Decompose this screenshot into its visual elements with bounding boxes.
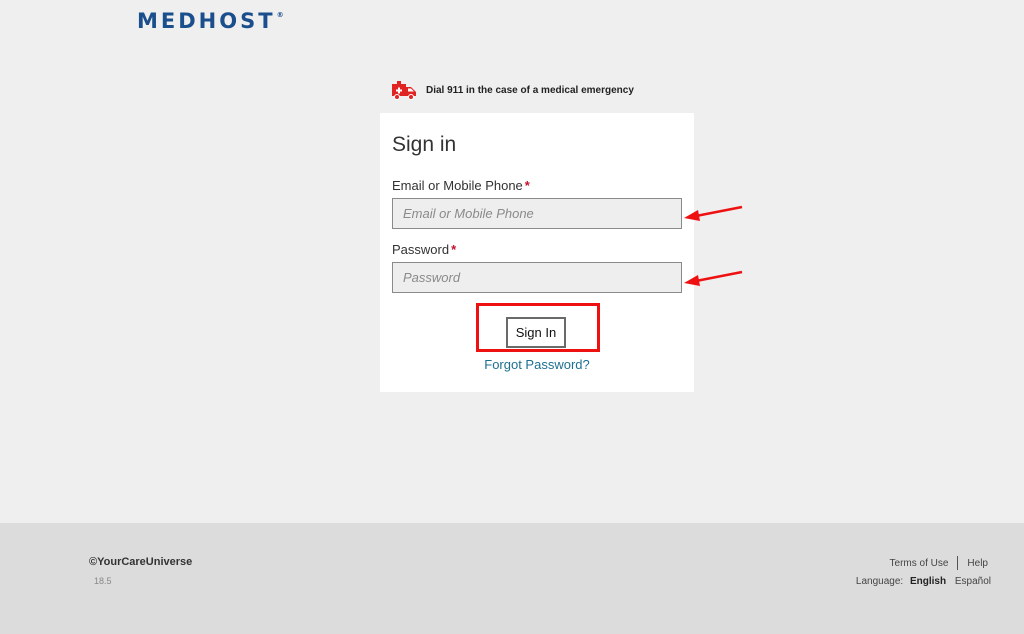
language-espanol-link[interactable]: Español <box>955 576 991 587</box>
copyright-text: ©YourCareUniverse <box>89 556 193 568</box>
terms-link[interactable]: Terms of Use <box>890 558 949 569</box>
help-link[interactable]: Help <box>967 558 988 569</box>
signin-title: Sign in <box>392 133 457 156</box>
signin-button[interactable]: Sign In <box>506 317 566 348</box>
language-label: Language: <box>855 576 904 587</box>
email-input[interactable] <box>392 198 682 229</box>
password-label: Password * <box>392 242 456 257</box>
logo-text: MEDHOST <box>137 9 276 33</box>
footer: ©YourCareUniverse 18.5 Terms of Use Help… <box>0 523 1024 634</box>
email-label: Email or Mobile Phone * <box>392 178 530 193</box>
language-english: English <box>909 576 947 587</box>
registered-mark: ® <box>276 11 284 19</box>
login-page: MEDHOST ® Dial 911 in the case of a medi… <box>0 0 1024 634</box>
password-input[interactable] <box>392 262 682 293</box>
version-text: 18.5 <box>94 576 112 586</box>
footer-links: Terms of Use Help <box>890 556 988 570</box>
emergency-text: Dial 911 in the case of a medical emerge… <box>426 84 634 96</box>
password-label-text: Password <box>392 242 450 257</box>
email-label-text: Email or Mobile Phone <box>392 178 523 193</box>
language-selector: Language: English Español <box>856 576 991 587</box>
emergency-banner: Dial 911 in the case of a medical emerge… <box>391 80 634 100</box>
required-mark: * <box>524 178 530 193</box>
forgot-password-link[interactable]: Forgot Password? <box>380 357 694 372</box>
annotation-arrow-icon <box>684 205 743 221</box>
link-divider <box>957 556 959 570</box>
required-mark: * <box>451 242 457 257</box>
medhost-logo: MEDHOST ® <box>137 9 284 33</box>
signin-card: Sign in Email or Mobile Phone* Password*… <box>380 113 694 392</box>
annotation-arrow-icon <box>684 270 743 286</box>
ambulance-icon <box>392 81 416 100</box>
